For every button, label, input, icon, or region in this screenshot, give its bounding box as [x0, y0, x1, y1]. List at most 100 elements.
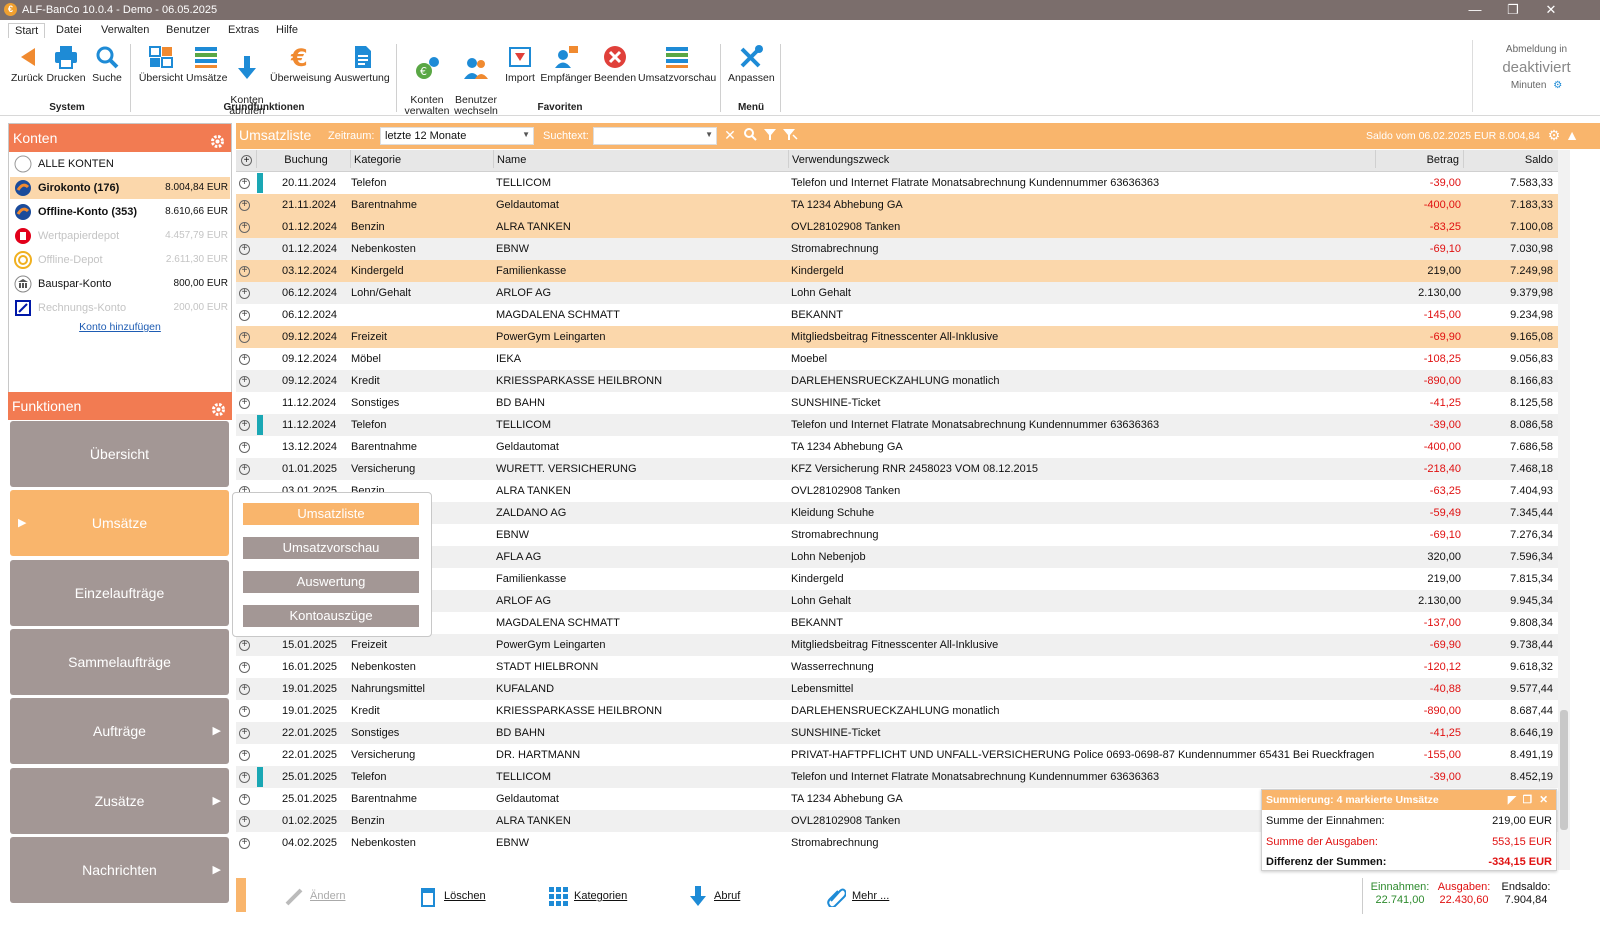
expand-row-icon[interactable]: +	[239, 420, 250, 431]
expand-row-icon[interactable]: +	[239, 662, 250, 673]
expand-row-icon[interactable]: +	[239, 398, 250, 409]
empfaenger-button[interactable]: Empfänger	[540, 44, 592, 84]
auswertung-button[interactable]: Auswertung	[334, 44, 390, 84]
col-header-verwendungszweck[interactable]: Verwendungszweck	[788, 150, 1376, 168]
expand-row-icon[interactable]: +	[239, 442, 250, 453]
period-select[interactable]: letzte 12 Monate ▼	[380, 127, 534, 145]
account-row[interactable]: Rechnungs-Konto 200,00 EUR	[10, 297, 230, 319]
expand-row-icon[interactable]: +	[239, 288, 250, 299]
kategorien-button[interactable]: Kategorien	[548, 884, 627, 908]
beenden-button[interactable]: Beenden	[594, 44, 636, 84]
submenu-umsatzliste[interactable]: Umsatzliste	[243, 503, 419, 525]
expand-row-icon[interactable]: +	[239, 310, 250, 321]
restore-icon[interactable]: ❐	[1523, 790, 1532, 810]
submenu-kontoauszuege[interactable]: Kontoauszüge	[243, 605, 419, 627]
account-row[interactable]: Girokonto (176) 8.004,84 EUR	[10, 177, 230, 199]
expand-all-icon[interactable]: +	[236, 150, 256, 168]
col-header-name[interactable]: Name	[493, 150, 789, 168]
col-header-saldo[interactable]: Saldo	[1463, 150, 1557, 168]
mehr-button[interactable]: Mehr ...	[826, 884, 889, 909]
scrollbar-thumb[interactable]	[1560, 710, 1568, 830]
expand-row-icon[interactable]: +	[239, 222, 250, 233]
import-button[interactable]: Import	[502, 44, 538, 84]
table-row[interactable]: +09.12.2024 Kredit KRIESSPARKASSE HEILBRON…	[236, 370, 1558, 392]
col-header-buchung[interactable]: Buchung	[256, 150, 352, 168]
pin-icon[interactable]: ◤	[1508, 790, 1516, 810]
table-row[interactable]: +ZALDANO AGKleidung Schuhe-59,497.345,44	[236, 502, 1558, 524]
table-row[interactable]: +MAGDALENA SCHMATTBEKANNT-137,009.808,34	[236, 612, 1558, 634]
expand-row-icon[interactable]: +	[239, 332, 250, 343]
table-row[interactable]: +06.12.2024 MAGDALENA SCHMATT BEKANNT -145,…	[236, 304, 1558, 326]
table-row[interactable]: +ARLOF AGLohn Gehalt2.130,009.945,34	[236, 590, 1558, 612]
back-button[interactable]: Zurück	[10, 44, 44, 84]
expand-row-icon[interactable]: +	[239, 464, 250, 475]
expand-row-icon[interactable]: +	[239, 376, 250, 387]
table-row[interactable]: +03.01.2025 Benzin ALRA TANKEN OVL28102908 …	[236, 480, 1558, 502]
vertical-scrollbar[interactable]	[1558, 150, 1570, 870]
gear-icon[interactable]: ⚙	[1546, 127, 1562, 143]
expand-row-icon[interactable]: +	[239, 794, 250, 805]
clear-icon[interactable]: ✕	[722, 127, 738, 143]
table-row[interactable]: +20.11.2024 Telefon TELLICOM Telefon und In…	[236, 172, 1558, 194]
menu-extras[interactable]: Extras	[222, 23, 265, 37]
expand-row-icon[interactable]: +	[239, 816, 250, 827]
account-row[interactable]: Bauspar-Konto 800,00 EUR	[10, 273, 230, 295]
function-auftraege-button[interactable]: Aufträge ▶	[10, 698, 229, 764]
submenu-auswertung[interactable]: Auswertung	[243, 571, 419, 593]
menu-benutzer[interactable]: Benutzer	[160, 23, 216, 37]
table-row[interactable]: +22.01.2025 Sonstiges BD BAHN SUNSHINE-Tick…	[236, 722, 1558, 744]
table-row[interactable]: +09.12.2024 Freizeit PowerGym Leingarten Mi…	[236, 326, 1558, 348]
expand-row-icon[interactable]: +	[239, 640, 250, 651]
search-icon[interactable]	[742, 127, 758, 143]
restore-button[interactable]: ❐	[1498, 1, 1528, 19]
table-row[interactable]: +13.12.2024 Barentnahme Geldautomat TA 1234…	[236, 436, 1558, 458]
table-row[interactable]: +03.12.2024 Kindergeld Familienkasse Kinder…	[236, 260, 1558, 282]
table-row[interactable]: +22.01.2025 Versicherung DR. HARTMANN PRIVA…	[236, 744, 1558, 766]
loeschen-button[interactable]: Löschen	[418, 884, 486, 908]
col-header-kategorie[interactable]: Kategorie	[350, 150, 494, 168]
expand-row-icon[interactable]: +	[239, 750, 250, 761]
minimize-button[interactable]: —	[1460, 1, 1490, 19]
account-row[interactable]: ALLE KONTEN	[10, 153, 230, 175]
aendern-button[interactable]: Ändern	[284, 884, 345, 908]
expand-row-icon[interactable]: +	[239, 772, 250, 783]
table-row[interactable]: +16.01.2025 Nebenkosten STADT HIELBRONN Was…	[236, 656, 1558, 678]
close-button[interactable]: ✕	[1536, 1, 1566, 19]
menu-start[interactable]: Start	[8, 23, 46, 38]
collapse-up-icon[interactable]: ▲	[1564, 127, 1580, 143]
expand-row-icon[interactable]: +	[239, 354, 250, 365]
table-row[interactable]: +01.01.2025 Versicherung WURETT. VERSICHER…	[236, 458, 1558, 480]
anpassen-button[interactable]: Anpassen	[728, 44, 775, 84]
expand-row-icon[interactable]: +	[239, 244, 250, 255]
logout-status[interactable]: deaktiviert	[1473, 59, 1600, 76]
table-row[interactable]: +EBNWStromabrechnung-69,107.276,34	[236, 524, 1558, 546]
expand-row-icon[interactable]: +	[239, 728, 250, 739]
table-row[interactable]: +06.12.2024 Lohn/Gehalt ARLOF AG Lohn Gehal…	[236, 282, 1558, 304]
table-row[interactable]: +01.12.2024 Nebenkosten EBNW Stromabrechnun…	[236, 238, 1558, 260]
expand-row-icon[interactable]: +	[239, 266, 250, 277]
table-row[interactable]: +01.12.2024 Benzin ALRA TANKEN OVL28102908 …	[236, 216, 1558, 238]
menu-verwalten[interactable]: Verwalten	[95, 23, 155, 37]
function-zusaetze-button[interactable]: Zusätze ▶	[10, 768, 229, 834]
submenu-umsatzvorschau[interactable]: Umsatzvorschau	[243, 537, 419, 559]
umsaetze-button[interactable]: Umsätze	[186, 44, 227, 84]
ueberweisung-button[interactable]: € Überweisung	[270, 44, 331, 84]
close-icon[interactable]: ✕	[1539, 790, 1548, 810]
function-nachrichten-button[interactable]: Nachrichten ▶	[10, 837, 229, 903]
function-einzelauftraege-button[interactable]: Einzelaufträge	[10, 560, 229, 626]
function-sammelauftraege-button[interactable]: Sammelaufträge	[10, 629, 229, 695]
table-row[interactable]: +19.01.2025 Nahrungsmittel KUFALAND Lebensm…	[236, 678, 1558, 700]
expand-row-icon[interactable]: +	[239, 838, 250, 849]
abruf-button[interactable]: Abruf	[688, 884, 740, 908]
table-row[interactable]: +21.11.2024 Barentnahme Geldautomat TA 1234…	[236, 194, 1558, 216]
expand-row-icon[interactable]: +	[239, 178, 250, 189]
expand-row-icon[interactable]: +	[239, 200, 250, 211]
table-row[interactable]: +09.12.2024 Möbel IEKA Moebel -108,25 9.056,8…	[236, 348, 1558, 370]
table-row[interactable]: +19.01.2025 Kredit KRIESSPARKASSE HEILBRON…	[236, 700, 1558, 722]
gear-icon[interactable]: ⚙	[1553, 80, 1562, 91]
account-row[interactable]: Offline-Depot 2.611,30 EUR	[10, 249, 230, 271]
expand-row-icon[interactable]: +	[239, 706, 250, 717]
print-button[interactable]: Drucken	[46, 44, 86, 84]
table-row[interactable]: +11.12.2024 Telefon TELLICOM Telefon und In…	[236, 414, 1558, 436]
filter-icon[interactable]	[762, 127, 778, 143]
